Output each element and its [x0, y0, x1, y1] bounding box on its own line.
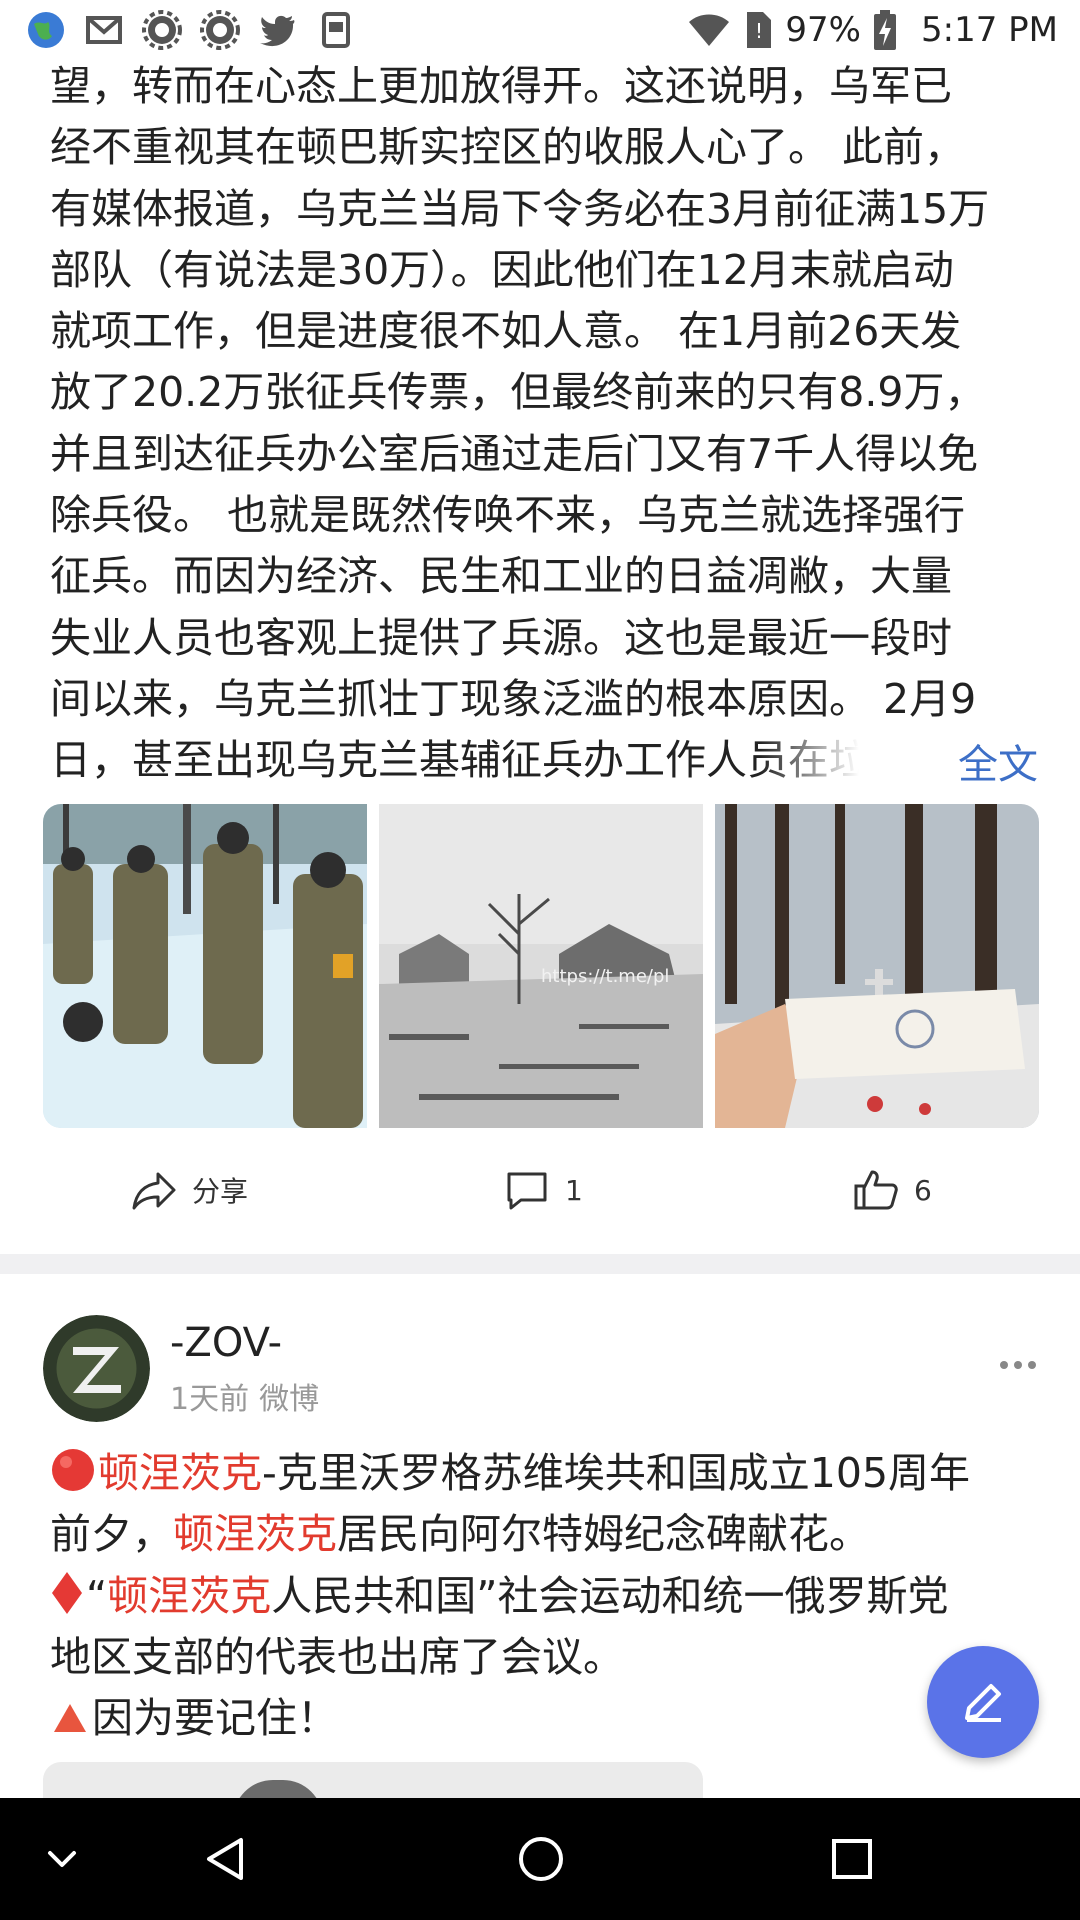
battery-percent: 97%	[785, 10, 861, 50]
red-circle-icon	[52, 1449, 94, 1491]
no-sim-icon: !	[747, 12, 772, 48]
full-text-link[interactable]: 全文	[958, 732, 1038, 790]
text-fade	[760, 720, 980, 780]
comment-button[interactable]: 1	[503, 1160, 583, 1220]
post-line: 地区支部的代表也出席了会议。	[50, 1632, 624, 1681]
share-button[interactable]: 分享	[130, 1160, 248, 1220]
hashtag-link[interactable]: 顿涅茨克	[173, 1510, 337, 1558]
reader-icon	[322, 12, 350, 48]
home-icon	[519, 1837, 563, 1881]
globe-icon	[28, 12, 64, 48]
collapse-button[interactable]	[32, 1829, 92, 1889]
author-name[interactable]: -ZOV-	[170, 1320, 282, 1366]
settings-icon	[142, 10, 182, 50]
battery-charging-icon	[874, 10, 896, 50]
watermark: https://t.me/pl	[541, 966, 669, 987]
text-line: 并且到达征兵办公室后通过走后门又有7千人得以免	[50, 429, 979, 478]
text-line: 有媒体报道，乌克兰当局下令务必在3月前征满15万	[50, 184, 990, 233]
text-line: 失业人员也客观上提供了兵源。这也是最近一段时	[50, 613, 952, 662]
post-line: 因为要记住！	[50, 1688, 1040, 1749]
gmail-icon	[86, 16, 122, 44]
post-time: 1天前	[170, 1382, 250, 1417]
image-cemetery-document[interactable]	[715, 804, 1039, 1128]
comment-count: 1	[565, 1173, 583, 1207]
clock: 5:17 PM	[921, 10, 1058, 50]
post-divider	[0, 1254, 1080, 1274]
post-meta: 1天前 微博	[170, 1374, 319, 1418]
image-soldiers[interactable]	[43, 804, 367, 1128]
home-button[interactable]	[511, 1829, 571, 1889]
thumbs-up-icon	[854, 1170, 898, 1210]
share-label: 分享	[192, 1175, 249, 1208]
system-status: ! 97% 5:17 PM	[687, 10, 1058, 50]
comment-icon	[507, 1172, 547, 1210]
pencil-icon	[965, 1684, 1001, 1722]
chevron-down-icon	[48, 1851, 76, 1867]
like-button[interactable]: 6	[852, 1160, 932, 1220]
text-line: 部队（有说法是30万）。因此他们在12月末就启动	[50, 245, 954, 294]
share-icon	[132, 1172, 176, 1210]
notification-icons	[26, 10, 356, 50]
action-bar: 分享 1 6	[0, 1160, 1080, 1220]
back-button[interactable]	[196, 1829, 256, 1889]
article-text: 望，转而在心态上更加放得开。这还说明，乌军已 经不重视其在顿巴斯实控区的收服人心…	[50, 56, 1040, 780]
text-line: 望，转而在心态上更加放得开。这还说明，乌军已	[50, 62, 952, 110]
text-line: 放了20.2万张征兵传票，但最终前来的只有8.9万，	[50, 368, 986, 417]
hashtag-link[interactable]: 顿涅茨克	[107, 1572, 271, 1620]
image-destroyed-village[interactable]: https://t.me/pl	[379, 804, 703, 1128]
red-diamond-icon	[52, 1571, 82, 1614]
wifi-icon	[689, 14, 730, 46]
image-grid: https://t.me/pl	[43, 804, 1039, 1128]
text-line: 除兵役。 也就是既然传唤不来，乌克兰就选择强行	[50, 491, 966, 540]
avatar[interactable]	[43, 1315, 150, 1422]
post-line: “顿涅茨克人民共和国”社会运动和统一俄罗斯党	[50, 1566, 1040, 1627]
post-line: 顿涅茨克-克里沃罗格苏维埃共和国成立105周年	[50, 1443, 1040, 1504]
more-options-icon[interactable]	[998, 1350, 1038, 1380]
text-line: 征兵。而因为经济、民生和工业的日益凋敝，大量	[50, 552, 952, 601]
like-count: 6	[914, 1173, 932, 1207]
back-icon	[207, 1838, 243, 1880]
hashtag-link[interactable]: 顿涅茨克	[98, 1449, 262, 1497]
text-line: 经不重视其在顿巴斯实控区的收服人心了。 此前，	[50, 123, 966, 172]
post-body: 顿涅茨克-克里沃罗格苏维埃共和国成立105周年 前夕，顿涅茨克居民向阿尔特姆纪念…	[50, 1443, 1040, 1749]
post-line: 前夕，顿涅茨克居民向阿尔特姆纪念碑献花。	[50, 1510, 870, 1559]
svg-text:!: !	[755, 19, 763, 43]
red-triangle-icon	[54, 1704, 86, 1733]
navigation-bar	[0, 1798, 1080, 1920]
recent-apps-icon	[832, 1839, 872, 1879]
text-line: 就项工作，但是进度很不如人意。 在1月前26天发	[50, 307, 962, 356]
compose-button[interactable]	[927, 1646, 1039, 1758]
twitter-icon	[260, 15, 295, 47]
settings-icon	[200, 10, 240, 50]
status-bar: ! 97% 5:17 PM	[0, 0, 1080, 60]
recent-apps-button[interactable]	[822, 1829, 882, 1889]
post-source: 微博	[259, 1382, 320, 1417]
